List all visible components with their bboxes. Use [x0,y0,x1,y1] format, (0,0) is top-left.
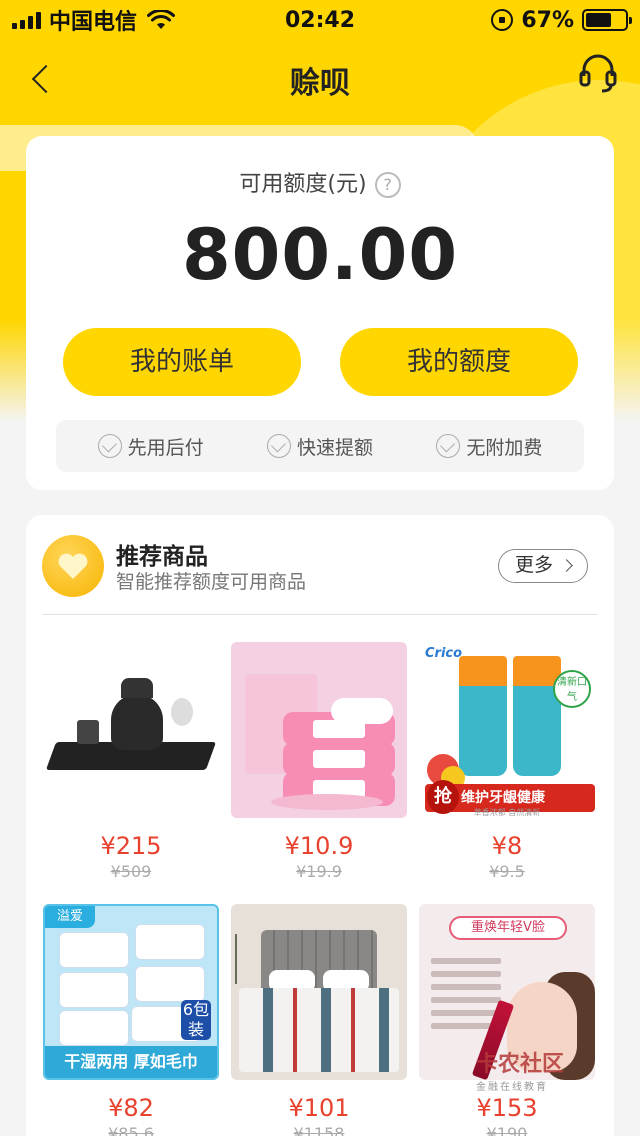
status-bar: 中国电信 02:42 67% [0,0,640,40]
heart-icon [42,535,104,597]
product-original-price: ¥85.6 [108,1124,154,1136]
product-original-price: ¥9.5 [489,862,525,881]
watermark-text: 卡农社区 [476,1052,565,1077]
feature-list: 先用后付 快速提额 无附加费 [56,420,584,472]
orientation-lock-icon [491,9,514,31]
products-header: 推荐商品 智能推荐额度可用商品 更多 [42,535,598,597]
battery-fill [586,13,612,27]
promo-banner: 干湿两用 厚如毛巾 [45,1046,217,1078]
product-image-bedding[interactable] [231,904,407,1080]
product-card[interactable]: 溢爱 6包装 干湿两用 厚如毛巾 ¥82 ¥85.6 [43,904,219,1136]
feature-label: 先用后付 [127,436,204,459]
quota-card: 可用额度(元)? 800.00 我的账单 我的额度 先用后付 快速提额 无附加费 [26,136,614,490]
check-circle-icon [266,434,291,458]
signal-icon [12,11,41,29]
navigation-bar: 赊呗 [0,40,640,120]
feature-item: 先用后付 [97,433,204,460]
promo-subtext: 草香浓郁 自然清新 [473,808,541,817]
product-card[interactable]: ¥101 ¥1158 [231,904,407,1136]
product-original-price: ¥1158 [293,1124,345,1136]
battery-percent: 67% [521,7,574,33]
product-image-tea-tray[interactable] [43,642,219,818]
wifi-icon [147,10,176,29]
product-card[interactable]: ¥10.9 ¥19.9 [231,642,407,881]
my-bill-button[interactable]: 我的账单 [63,328,301,396]
fresh-badge: 清新口气 [553,670,591,708]
page-title: 赊呗 [290,66,350,101]
feature-item: 快速提额 [266,433,373,460]
product-image-toothpaste[interactable]: Crico 清新口气 抢维护牙龈健康 草香浓郁 自然清新 [419,642,595,818]
product-price: ¥8 [491,832,523,860]
product-image-tissue[interactable]: 溢爱 6包装 干湿两用 厚如毛巾 [43,904,219,1080]
brand-logo: 溢爱 [45,906,95,928]
feature-item: 无附加费 [436,433,542,460]
products-subtitle: 智能推荐额度可用商品 [116,571,307,593]
product-card[interactable]: Crico 清新口气 抢维护牙龈健康 草香浓郁 自然清新 ¥8 ¥9.5 [419,642,595,881]
product-price: ¥215 [100,832,162,860]
more-button[interactable]: 更多 [498,549,588,583]
chevron-left-icon[interactable] [28,64,58,94]
battery-icon [582,9,632,31]
product-original-price: ¥19.9 [296,862,342,881]
product-card[interactable]: ¥215 ¥509 [43,642,219,881]
headset-icon[interactable] [578,52,618,96]
products-title: 推荐商品 [116,544,208,570]
brand-logo: Crico [425,646,463,661]
feature-label: 快速提额 [296,436,373,459]
my-quota-button[interactable]: 我的额度 [340,328,578,396]
help-icon[interactable]: ? [374,172,401,198]
check-circle-icon [97,434,122,458]
divider [42,614,598,615]
product-price: ¥153 [476,1094,538,1122]
watermark: 卡农社区 金融在线教育 [476,1046,616,1093]
promo-tag: 重焕年轻V脸 [449,916,567,940]
check-circle-icon [436,434,461,458]
product-price: ¥10.9 [284,832,354,860]
product-original-price: ¥509 [110,862,152,881]
watermark-subtext: 金融在线教育 [476,1082,548,1093]
product-price: ¥82 [108,1094,154,1122]
carrier-name: 中国电信 [49,10,138,35]
pack-count-badge: 6包装 [181,1000,211,1040]
product-image-wipes[interactable] [231,642,407,818]
available-quota-text: 可用额度(元) [239,172,367,197]
product-card[interactable]: 重焕年轻V脸 ¥153 ¥190 [419,904,595,1136]
recommended-products-card: 推荐商品 智能推荐额度可用商品 更多 ¥215 ¥509 ¥10.9 ¥19.9 [26,515,614,1136]
promo-text: 维护牙龈健康 [461,790,545,806]
product-original-price: ¥190 [486,1124,528,1136]
feature-label: 无附加费 [466,436,543,459]
quota-amount: 800.00 [181,214,459,296]
activity-ticker: 36分钟前，134****1514付款成功提额200元 [0,125,478,171]
product-price: ¥101 [288,1094,350,1122]
